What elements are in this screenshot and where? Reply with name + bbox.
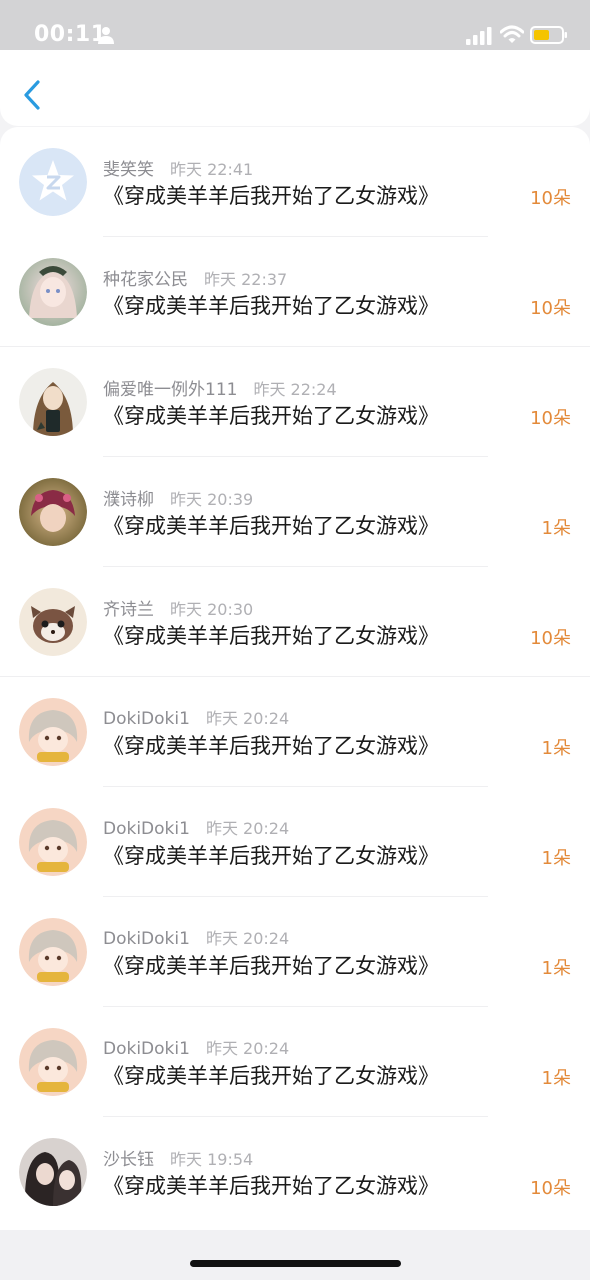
book-title: 《穿成美羊羊后我开始了乙女游戏》 (103, 954, 439, 978)
sender-name: DokiDoki1 (103, 929, 190, 949)
timestamp: 昨天 20:24 (205, 709, 290, 728)
book-title: 《穿成美羊羊后我开始了乙女游戏》 (103, 294, 439, 318)
list-item[interactable]: 种花家公民 昨天 22:37 《穿成美羊羊后我开始了乙女游戏》 10朵 (0, 237, 590, 347)
raccoon-avatar[interactable] (19, 588, 87, 656)
book-title: 《穿成美羊羊后我开始了乙女游戏》 (103, 404, 439, 428)
list-item[interactable]: DokiDoki1 昨天 20:24 《穿成美羊羊后我开始了乙女游戏》 1朵 (0, 897, 590, 1007)
flower-count: 10朵 (530, 188, 571, 209)
list-item[interactable]: 齐诗兰 昨天 20:30 《穿成美羊羊后我开始了乙女游戏》 10朵 (0, 567, 590, 677)
flower-count: 1朵 (541, 518, 571, 539)
status-bar: 00:11 (0, 0, 590, 50)
qq-logo-avatar[interactable] (19, 148, 87, 216)
battery-icon (530, 26, 567, 44)
status-time: 00:11 (34, 22, 107, 47)
list-item[interactable]: DokiDoki1 昨天 20:24 《穿成美羊羊后我开始了乙女游戏》 1朵 (0, 787, 590, 897)
timestamp: 昨天 22:41 (170, 160, 254, 179)
sender-name: DokiDoki1 (103, 1039, 190, 1059)
nav-bar (0, 50, 590, 126)
list-item[interactable]: DokiDoki1 昨天 20:24 《穿成美羊羊后我开始了乙女游戏》 1朵 (0, 677, 590, 787)
book-title: 《穿成美羊羊后我开始了乙女游戏》 (103, 844, 439, 868)
cellular-signal-icon (466, 27, 492, 45)
list-item[interactable]: 沙长钰 昨天 19:54 《穿成美羊羊后我开始了乙女游戏》 10朵 (0, 1117, 590, 1227)
back-arrow-icon[interactable] (18, 78, 46, 112)
sender-name: DokiDoki1 (103, 819, 190, 839)
book-title: 《穿成美羊羊后我开始了乙女游戏》 (103, 1174, 439, 1198)
list-item[interactable]: 濮诗柳 昨天 20:39 《穿成美羊羊后我开始了乙女游戏》 1朵 (0, 457, 590, 567)
bottom-safe-area (0, 1230, 590, 1280)
list-item[interactable]: 偏爱唯一例外111 昨天 22:24 《穿成美羊羊后我开始了乙女游戏》 10朵 (0, 347, 590, 457)
flower-count: 1朵 (541, 848, 571, 869)
anime-sheep-avatar[interactable] (19, 918, 87, 986)
sender-name: 偏爱唯一例外111 (103, 380, 238, 400)
flower-count: 1朵 (541, 1068, 571, 1089)
couple-photo-avatar[interactable] (19, 1138, 87, 1206)
flower-count: 1朵 (541, 958, 571, 979)
wifi-icon (500, 25, 524, 43)
sender-name: 种花家公民 (103, 270, 188, 290)
sender-name: DokiDoki1 (103, 709, 190, 729)
doll-avatar[interactable] (19, 478, 87, 546)
flower-count: 10朵 (530, 628, 571, 649)
flower-count: 1朵 (541, 738, 571, 759)
timestamp: 昨天 20:39 (170, 490, 254, 509)
list-item[interactable]: DokiDoki1 昨天 20:24 《穿成美羊羊后我开始了乙女游戏》 1朵 (0, 1007, 590, 1117)
flower-count: 10朵 (530, 1178, 571, 1199)
anime-sheep-avatar[interactable] (19, 1028, 87, 1096)
book-title: 《穿成美羊羊后我开始了乙女游戏》 (103, 624, 439, 648)
sender-name: 沙长钰 (103, 1150, 154, 1170)
timestamp: 昨天 22:37 (204, 270, 288, 289)
anime-sheep-avatar[interactable] (19, 808, 87, 876)
flower-count: 10朵 (530, 408, 571, 429)
home-indicator[interactable] (190, 1260, 401, 1267)
flower-count: 10朵 (530, 298, 571, 319)
timestamp: 昨天 22:24 (253, 380, 337, 399)
sender-name: 齐诗兰 (103, 600, 154, 620)
list-item[interactable]: 斐笑笑 昨天 22:41 《穿成美羊羊后我开始了乙女游戏》 10朵 (0, 127, 590, 237)
timestamp: 昨天 20:24 (205, 819, 290, 838)
anime-girl-avatar[interactable] (19, 258, 87, 326)
timestamp: 昨天 19:54 (170, 1150, 254, 1169)
person-icon (98, 27, 114, 44)
timestamp: 昨天 20:24 (205, 1039, 290, 1058)
anime-sheep-avatar[interactable] (19, 698, 87, 766)
girl-photo-avatar[interactable] (19, 368, 87, 436)
book-title: 《穿成美羊羊后我开始了乙女游戏》 (103, 1064, 439, 1088)
timestamp: 昨天 20:30 (170, 600, 254, 619)
book-title: 《穿成美羊羊后我开始了乙女游戏》 (103, 514, 439, 538)
sender-name: 斐笑笑 (103, 160, 154, 180)
book-title: 《穿成美羊羊后我开始了乙女游戏》 (103, 184, 439, 208)
sender-name: 濮诗柳 (103, 490, 154, 510)
gift-record-list: 斐笑笑 昨天 22:41 《穿成美羊羊后我开始了乙女游戏》 10朵 种花家公民 … (0, 127, 590, 1230)
timestamp: 昨天 20:24 (205, 929, 290, 948)
book-title: 《穿成美羊羊后我开始了乙女游戏》 (103, 734, 439, 758)
